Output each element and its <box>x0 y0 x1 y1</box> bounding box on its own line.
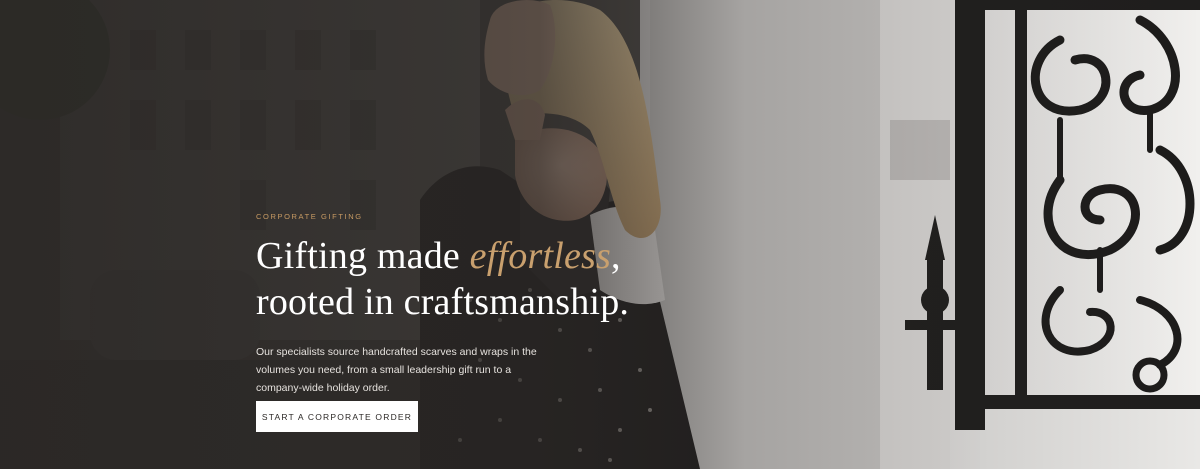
start-corporate-order-button[interactable]: START A CORPORATE ORDER <box>256 401 418 432</box>
headline-part-1: Gifting made <box>256 235 470 277</box>
hero-description: Our specialists source handcrafted scarv… <box>256 346 537 394</box>
hero-section: CORPORATE GIFTING Gifting made effortles… <box>0 0 1200 469</box>
headline-emphasis: effortless <box>469 235 611 277</box>
eyebrow-label: CORPORATE GIFTING <box>256 212 363 221</box>
hero-text-block: CORPORATE GIFTING Gifting made effortles… <box>256 212 726 397</box>
hero-headline: Gifting made effortless, rooted in craft… <box>256 233 726 325</box>
